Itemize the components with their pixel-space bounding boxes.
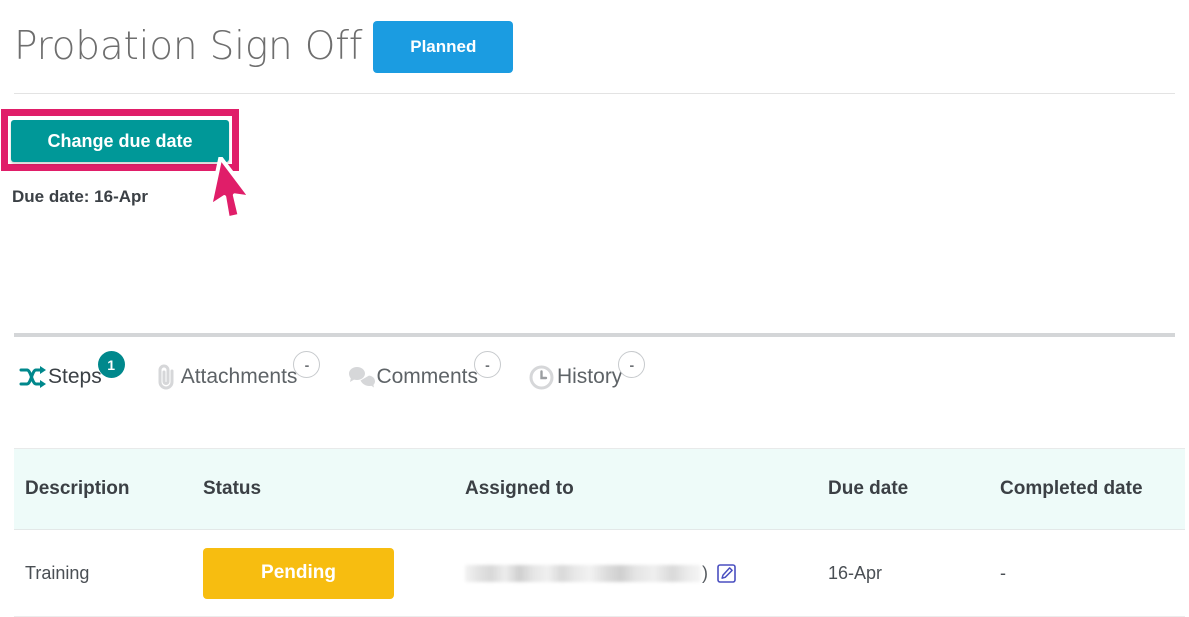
assignee-suffix: ) xyxy=(702,562,708,583)
column-header-status: Status xyxy=(203,448,465,530)
comment-icon xyxy=(346,362,376,392)
table-body: Training Pending ) 16-Apr - xyxy=(14,529,1185,617)
table-header-row: Description Status Assigned to Due date … xyxy=(14,448,1185,530)
paperclip-icon xyxy=(151,362,181,392)
status-badge[interactable]: Planned xyxy=(373,21,514,73)
tab-comments[interactable]: Comments - xyxy=(346,348,501,400)
tab-attachments-label: Attachments xyxy=(180,365,298,388)
tab-steps-label: Steps xyxy=(48,365,102,388)
page-title: Probation Sign Off xyxy=(14,24,363,69)
column-header-description: Description xyxy=(14,448,203,530)
tab-steps[interactable]: Steps 1 xyxy=(18,348,125,400)
tab-attachments[interactable]: Attachments - xyxy=(151,348,321,400)
table-row: Training Pending ) 16-Apr - xyxy=(14,529,1185,617)
header-divider xyxy=(14,93,1175,94)
shuffle-icon xyxy=(18,362,48,392)
change-due-date-button[interactable]: Change due date xyxy=(11,120,229,162)
redacted-assignee-name xyxy=(465,564,701,582)
steps-table: Description Status Assigned to Due date … xyxy=(14,448,1185,617)
tab-history-label: History xyxy=(556,365,623,388)
clock-icon xyxy=(527,362,557,392)
tab-history-badge: - xyxy=(618,351,646,378)
steps-table-container: Description Status Assigned to Due date … xyxy=(14,448,1185,617)
column-header-due-date: Due date xyxy=(828,448,1000,530)
cell-assigned-to: ) xyxy=(465,529,828,617)
cell-due-date: 16-Apr xyxy=(828,529,1000,617)
cell-status: Pending xyxy=(203,529,465,617)
tab-history[interactable]: History - xyxy=(527,348,646,400)
column-header-completed-date: Completed date xyxy=(1000,448,1185,530)
tabs-top-divider xyxy=(14,333,1175,337)
tab-attachments-badge: - xyxy=(293,351,321,378)
due-date-label: Due date: 16-Apr xyxy=(12,187,149,206)
cell-completed-date: - xyxy=(1000,529,1185,617)
tab-bar: Steps 1 Attachments - Comments - History… xyxy=(18,348,671,400)
edit-pencil-icon[interactable] xyxy=(717,563,736,583)
tab-steps-badge: 1 xyxy=(97,351,125,378)
cell-description: Training xyxy=(14,529,203,617)
status-pending-button[interactable]: Pending xyxy=(203,547,394,599)
column-header-assigned-to: Assigned to xyxy=(465,448,828,530)
assignee-wrapper: ) xyxy=(465,563,828,584)
tab-comments-badge: - xyxy=(473,351,501,378)
table-head: Description Status Assigned to Due date … xyxy=(14,448,1185,530)
page-header: Probation Sign Off Planned xyxy=(0,0,1189,94)
tab-comments-label: Comments xyxy=(376,365,478,388)
